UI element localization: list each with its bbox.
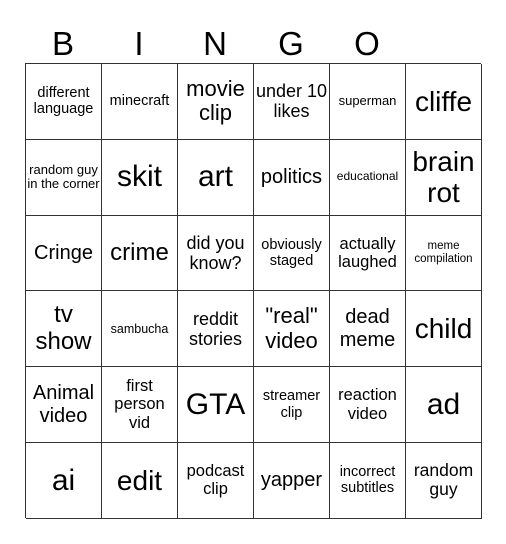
cell-text: ad — [426, 387, 461, 421]
cell-text: sambucha — [110, 321, 169, 336]
header-letter-b: B — [51, 25, 74, 62]
cell-text: Cringe — [34, 241, 93, 264]
bingo-cell[interactable]: cliffe — [406, 64, 482, 140]
header-letter-i: I — [134, 25, 144, 62]
bingo-cell[interactable]: different language — [26, 64, 102, 140]
cell-text: under 10 likes — [255, 81, 328, 122]
bingo-cell[interactable]: yapper — [254, 442, 330, 519]
cell-text: meme compilation — [414, 240, 473, 265]
cell-text: dead meme — [339, 306, 396, 351]
cell-text: first person vid — [114, 376, 165, 432]
cell-text: reddit stories — [188, 308, 242, 349]
cell-text: different language — [33, 85, 94, 118]
bingo-cell[interactable]: "real" video — [254, 291, 330, 368]
bingo-cell[interactable]: art — [178, 139, 254, 216]
bingo-cell[interactable]: Cringe — [26, 215, 102, 292]
bingo-header: B I N G O — [25, 24, 481, 64]
bingo-cell[interactable]: reaction video — [330, 367, 406, 443]
bingo-cell[interactable]: skit — [102, 139, 178, 216]
cell-text: random guy in the corner — [27, 161, 100, 192]
cell-text: yapper — [260, 469, 323, 492]
bingo-cell[interactable]: actually laughed — [330, 215, 406, 292]
bingo-cell[interactable]: movie clip — [178, 64, 254, 140]
bingo-cell[interactable]: meme compilation — [406, 215, 482, 292]
cell-text: art — [197, 160, 233, 194]
header-letter-n: N — [203, 25, 227, 62]
bingo-cell[interactable]: politics — [254, 139, 330, 216]
bingo-cell[interactable]: under 10 likes — [254, 64, 330, 140]
bingo-cell[interactable]: edit — [102, 442, 178, 519]
cell-text: podcast clip — [186, 461, 245, 499]
cell-text: skit — [117, 160, 162, 194]
bingo-cell[interactable]: dead meme — [330, 291, 406, 368]
cell-text: child — [414, 313, 473, 345]
bingo-cell[interactable]: Animal video — [26, 367, 102, 443]
cell-text: random guy — [413, 459, 474, 500]
cell-text: Animal video — [32, 382, 95, 427]
bingo-cell[interactable]: superman — [330, 64, 406, 140]
cell-text: crime — [110, 238, 169, 266]
header-letter-g: G — [278, 25, 304, 62]
header-letter-o: O — [354, 25, 380, 62]
bingo-cell[interactable]: child — [406, 291, 482, 368]
bingo-cell[interactable]: first person vid — [102, 367, 178, 443]
bingo-cell[interactable]: random guy — [406, 442, 482, 519]
cell-text: GTA — [185, 387, 246, 421]
cell-text: incorrect subtitles — [339, 464, 396, 497]
bingo-cell[interactable]: tv show — [26, 291, 102, 368]
bingo-cell[interactable]: sambucha — [102, 291, 178, 368]
cell-text: educational — [336, 169, 399, 184]
cell-text: movie clip — [186, 75, 245, 126]
cell-text: minecraft — [109, 93, 170, 110]
bingo-cell[interactable]: random guy in the corner — [26, 139, 102, 216]
cell-text: superman — [338, 93, 397, 109]
cell-text: streamer clip — [262, 388, 321, 421]
bingo-cell[interactable]: podcast clip — [178, 442, 254, 519]
cell-text: "real" video — [265, 303, 318, 353]
cell-text: actually laughed — [338, 234, 397, 271]
bingo-cell[interactable]: brain rot — [406, 139, 482, 216]
bingo-cell[interactable]: obviously staged — [254, 215, 330, 292]
bingo-cell[interactable]: GTA — [178, 367, 254, 443]
bingo-card-grid: different language minecraft movie clip … — [25, 63, 482, 519]
bingo-cell[interactable]: incorrect subtitles — [330, 442, 406, 519]
bingo-cell[interactable]: crime — [102, 215, 178, 292]
cell-text: tv show — [35, 300, 92, 355]
bingo-cell[interactable]: ad — [406, 367, 482, 443]
cell-text: cliffe — [414, 85, 473, 117]
cell-text: reaction video — [338, 386, 397, 423]
bingo-cell[interactable]: educational — [330, 139, 406, 216]
cell-text: edit — [116, 464, 163, 496]
cell-text: ai — [51, 463, 76, 497]
bingo-cell[interactable]: reddit stories — [178, 291, 254, 368]
bingo-cell[interactable]: ai — [26, 442, 102, 519]
bingo-cell[interactable]: streamer clip — [254, 367, 330, 443]
cell-text: politics — [260, 166, 323, 188]
cell-text: obviously staged — [261, 236, 322, 269]
bingo-cell[interactable]: minecraft — [102, 64, 178, 140]
cell-text: brain rot — [412, 145, 475, 209]
bingo-cell[interactable]: did you know? — [178, 215, 254, 292]
cell-text: did you know? — [186, 232, 245, 273]
